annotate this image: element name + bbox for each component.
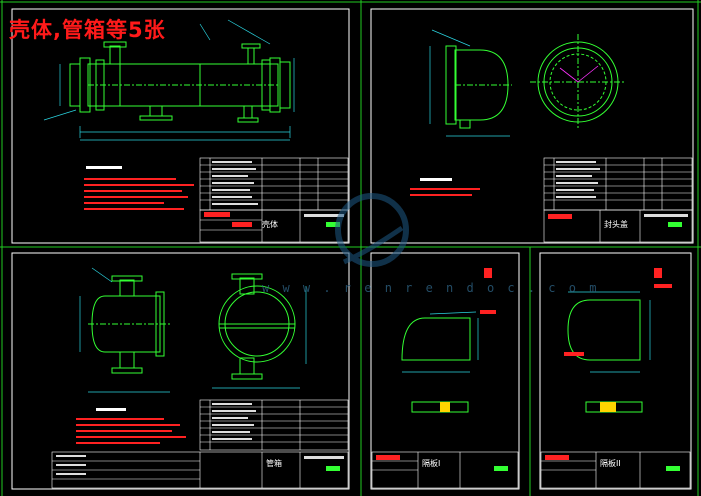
partition-2-section-hatch	[600, 402, 616, 412]
partition-1-weld-mark	[480, 310, 496, 314]
partition-2-title-mark-2	[666, 466, 680, 471]
partition-2-title-mark	[545, 455, 569, 460]
watermark-text: w w w . r e n r e n d o c . c o m	[262, 281, 600, 295]
partition-2-weld-mark	[654, 284, 672, 288]
partition-2-weld-mark-2	[564, 352, 584, 356]
sheet-head-title: 封头盖	[604, 220, 628, 229]
cad-drawing-canvas	[0, 0, 701, 496]
partition-1-title-mark	[376, 455, 400, 460]
sheet-shell-title: 壳体	[262, 220, 278, 229]
partition-1-section-hatch	[440, 402, 450, 412]
sheet-channel-title: 管箱	[266, 459, 282, 468]
sheet-partition-1-title: 隔板I	[422, 459, 441, 468]
overlay-title: 壳体,管箱等5张	[9, 18, 166, 42]
canvas-background	[0, 0, 701, 496]
partition-2-roughness-mark	[654, 268, 662, 278]
partition-1-title-mark-2	[494, 466, 508, 471]
sheet-partition-2-title: 隔板II	[600, 459, 621, 468]
partition-1-roughness-mark	[484, 268, 492, 278]
